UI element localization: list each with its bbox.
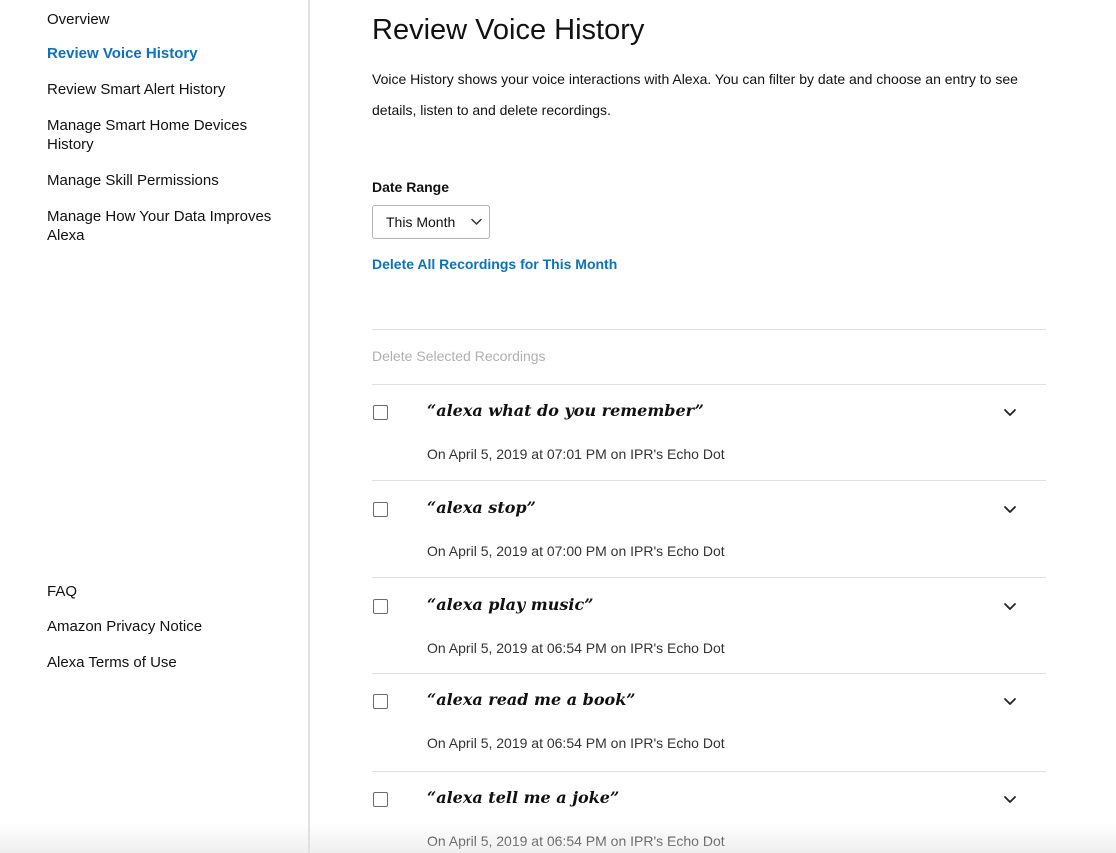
recording-meta: On April 5, 2019 at 06:54 PM on IPR's Ec… xyxy=(427,735,725,751)
sidebar-item-overview[interactable]: Overview xyxy=(47,10,297,29)
recording-meta: On April 5, 2019 at 06:54 PM on IPR's Ec… xyxy=(427,833,725,849)
intro-text: Voice History shows your voice interacti… xyxy=(372,71,1018,118)
recording-utterance[interactable]: “alexa stop” xyxy=(427,497,536,519)
recording-utterance[interactable]: “alexa tell me a joke” xyxy=(427,787,619,809)
divider xyxy=(372,329,1046,330)
sidebar-item-faq[interactable]: FAQ xyxy=(47,582,297,601)
recording-utterance[interactable]: “alexa read me a book” xyxy=(427,689,635,711)
recording-item: “alexa play music” On April 5, 2019 at 0… xyxy=(372,578,1046,674)
recording-utterance[interactable]: “alexa what do you remember” xyxy=(427,400,704,422)
recording-meta: On April 5, 2019 at 06:54 PM on IPR's Ec… xyxy=(427,640,725,656)
sidebar: Overview Review Voice History Review Sma… xyxy=(0,0,310,853)
chevron-down-icon[interactable] xyxy=(1000,600,1020,614)
recording-item: “alexa tell me a joke” On April 5, 2019 … xyxy=(372,771,1046,853)
date-range-value: This Month xyxy=(386,214,456,230)
sidebar-item-manage-data-improves-alexa[interactable]: Manage How Your Data Improves Alexa xyxy=(47,207,297,245)
sidebar-item-amazon-privacy-notice[interactable]: Amazon Privacy Notice xyxy=(47,617,297,636)
sidebar-item-manage-smart-home-devices-history[interactable]: Manage Smart Home Devices History xyxy=(47,116,297,154)
sidebar-item-review-voice-history[interactable]: Review Voice History xyxy=(47,44,297,63)
chevron-down-icon[interactable] xyxy=(1000,695,1020,709)
chevron-down-icon[interactable] xyxy=(1000,793,1020,807)
page: Overview Review Voice History Review Sma… xyxy=(0,0,1116,853)
recording-checkbox[interactable] xyxy=(373,599,388,614)
chevron-down-icon xyxy=(471,218,482,225)
page-title: Review Voice History xyxy=(372,14,645,46)
recording-checkbox[interactable] xyxy=(373,694,388,709)
recording-meta: On April 5, 2019 at 07:01 PM on IPR's Ec… xyxy=(427,446,725,462)
delete-selected-button[interactable]: Delete Selected Recordings xyxy=(372,348,546,364)
date-range-label: Date Range xyxy=(372,179,450,195)
delete-all-recordings-link[interactable]: Delete All Recordings for This Month xyxy=(372,256,617,272)
recording-checkbox[interactable] xyxy=(373,792,388,807)
sidebar-item-manage-skill-permissions[interactable]: Manage Skill Permissions xyxy=(47,171,297,190)
chevron-down-icon[interactable] xyxy=(1000,503,1020,517)
recording-meta: On April 5, 2019 at 07:00 PM on IPR's Ec… xyxy=(427,543,725,559)
date-range-dropdown[interactable]: This Month xyxy=(372,205,490,239)
recording-item: “alexa read me a book” On April 5, 2019 … xyxy=(372,673,1046,769)
recording-checkbox[interactable] xyxy=(373,405,388,420)
chevron-down-icon[interactable] xyxy=(1000,406,1020,420)
recording-utterance[interactable]: “alexa play music” xyxy=(427,594,593,616)
recording-item: “alexa what do you remember” On April 5,… xyxy=(372,384,1046,480)
sidebar-item-alexa-terms-of-use[interactable]: Alexa Terms of Use xyxy=(47,653,297,672)
recording-item: “alexa stop” On April 5, 2019 at 07:00 P… xyxy=(372,481,1046,577)
recording-checkbox[interactable] xyxy=(373,502,388,517)
sidebar-item-review-smart-alert-history[interactable]: Review Smart Alert History xyxy=(47,80,297,99)
